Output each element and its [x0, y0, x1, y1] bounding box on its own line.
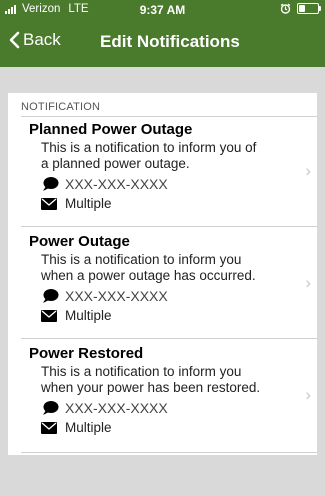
description-line: This is a notification to inform you [41, 364, 242, 379]
divider [21, 338, 317, 339]
notification-item-planned-power-outage[interactable]: Planned Power Outage This is a notificat… [29, 121, 317, 217]
chevron-right-icon: › [305, 385, 311, 404]
envelope-icon [41, 197, 59, 210]
notification-item-power-restored[interactable]: Power Restored This is a notification to… [29, 345, 317, 443]
email-row: Multiple [29, 308, 317, 323]
page-title: Edit Notifications [100, 32, 240, 51]
navigation-header: Verizon LTE 9:37 AM Back Edit Notificati… [0, 0, 325, 67]
phone-row: XXX-XXX-XXXX [29, 400, 317, 416]
description-line: a planned power outage. [41, 156, 190, 171]
description-line: This is a notification to inform you of [41, 140, 257, 155]
notification-description: This is a notification to inform you whe… [29, 252, 317, 284]
description-line: This is a notification to inform you [41, 252, 242, 267]
notification-title: Power Restored [29, 345, 144, 362]
back-label: Back [23, 30, 61, 49]
chat-bubble-icon [41, 400, 59, 416]
notification-description: This is a notification to inform you whe… [29, 364, 317, 396]
chat-bubble-icon [41, 176, 59, 192]
envelope-icon [41, 421, 59, 434]
section-header: NOTIFICATION [21, 101, 101, 113]
notification-item-power-outage[interactable]: Power Outage This is a notification to i… [29, 233, 317, 329]
chevron-left-icon [9, 31, 20, 49]
status-right [280, 3, 321, 14]
phone-row: XXX-XXX-XXXX [29, 288, 317, 304]
notification-description: This is a notification to inform you of … [29, 140, 317, 172]
phone-number: XXX-XXX-XXXX [65, 288, 168, 304]
phone-row: XXX-XXX-XXXX [29, 176, 317, 192]
status-bar: Verizon LTE 9:37 AM [0, 0, 325, 20]
chevron-right-icon: › [305, 161, 311, 180]
chevron-right-icon: › [305, 273, 311, 292]
phone-number: XXX-XXX-XXXX [65, 176, 168, 192]
email-row: Multiple [29, 196, 317, 211]
chat-bubble-icon [41, 288, 59, 304]
email-value: Multiple [65, 196, 112, 211]
bottom-spacer [0, 455, 325, 496]
envelope-icon [41, 309, 59, 322]
email-row: Multiple [29, 420, 317, 435]
notification-title: Power Outage [29, 233, 130, 250]
phone-number: XXX-XXX-XXXX [65, 400, 168, 416]
notification-title: Planned Power Outage [29, 121, 193, 138]
battery-icon [297, 3, 321, 14]
divider [21, 452, 317, 453]
status-time: 9:37 AM [139, 3, 186, 17]
description-line: when your power has been restored. [41, 380, 261, 395]
divider [21, 226, 317, 227]
alarm-icon [280, 3, 291, 14]
divider [21, 116, 317, 117]
back-button[interactable]: Back [9, 30, 61, 50]
description-line: when a power outage has occurred. [41, 268, 256, 283]
email-value: Multiple [65, 420, 112, 435]
email-value: Multiple [65, 308, 112, 323]
